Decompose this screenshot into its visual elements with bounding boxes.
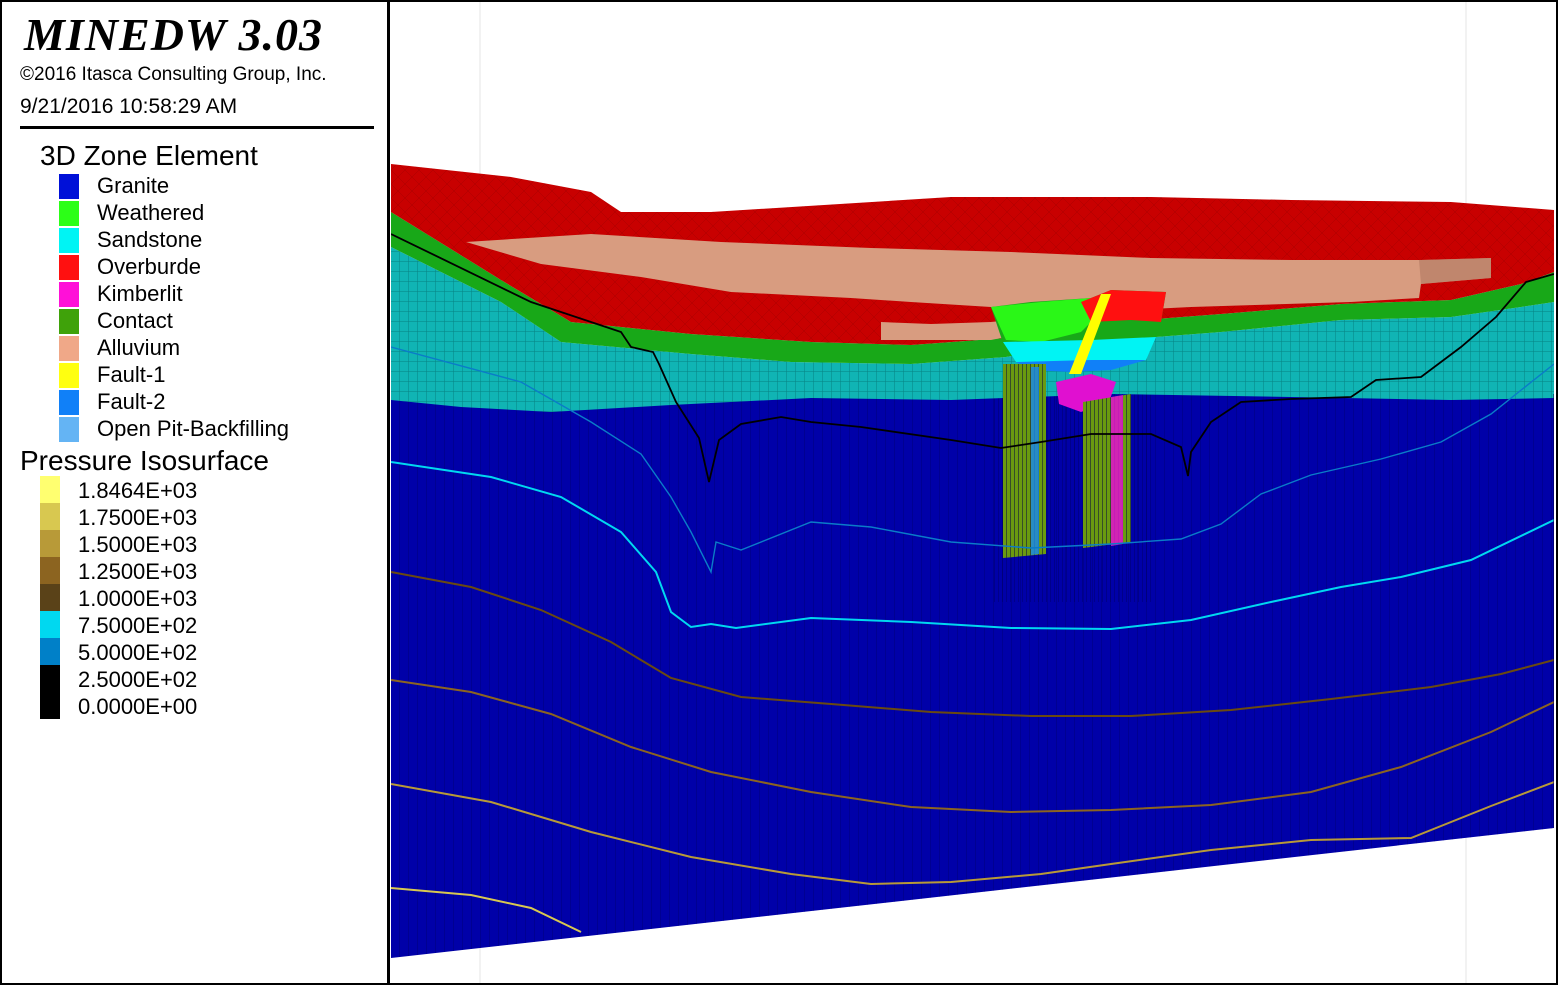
zone-swatch [59,363,79,388]
zone-swatch [59,174,79,199]
iso-swatch [40,530,60,557]
zone-swatch [59,228,79,253]
zone-label: Overburde [97,254,201,279]
zone-label: Kimberlit [97,281,183,306]
timestamp-text: 9/21/2016 10:58:29 AM [20,95,238,118]
iso-label: 5.0000E+02 [78,640,198,665]
iso-label: 0.0000E+00 [78,694,198,719]
copyright-text: ©2016 Itasca Consulting Group, Inc. [20,64,327,85]
zone-label: Granite [97,173,170,198]
zone-label: Weathered [97,200,205,225]
iso-swatch [40,584,60,611]
zone-swatch [59,309,79,334]
zone-swatch [59,282,79,307]
zone-label: Fault-1 [97,362,166,387]
iso-label: 1.8464E+03 [78,478,198,503]
iso-label: 2.5000E+02 [78,667,198,692]
zone-swatch [59,255,79,280]
zone-label: Contact [97,308,173,333]
iso-swatch [40,692,60,719]
app-title: MINEDW 3.03 [24,9,323,60]
granite-layer [391,362,1554,958]
iso-label: 7.5000E+02 [78,613,198,638]
zone-swatch [59,201,79,226]
iso-label: 1.7500E+03 [78,505,198,530]
iso-label: 1.5000E+03 [78,532,198,557]
model-viewport[interactable] [391,2,1554,983]
legend-divider [20,126,374,129]
zone-swatch [59,390,79,415]
iso-swatch [40,665,60,692]
zone-label: Fault-2 [97,389,166,414]
model-view-svg [391,2,1554,983]
iso-swatch [40,638,60,665]
zone-swatch [59,336,79,361]
zone-legend-heading: 3D Zone Element [40,140,258,171]
iso-swatch [40,476,60,503]
iso-swatch [40,557,60,584]
zone-label: Open Pit-Backfilling [97,416,289,441]
iso-swatch [40,503,60,530]
iso-label: 1.0000E+03 [78,586,198,611]
zone-label: Sandstone [97,227,203,252]
iso-swatch [40,611,60,638]
legend-panel: MINEDW 3.03 ©2016 Itasca Consulting Grou… [2,2,390,983]
isosurface-legend-heading: Pressure Isosurface [20,445,269,476]
zone-label: Alluvium [97,335,181,360]
zone-swatch [59,417,79,442]
iso-label: 1.2500E+03 [78,559,198,584]
